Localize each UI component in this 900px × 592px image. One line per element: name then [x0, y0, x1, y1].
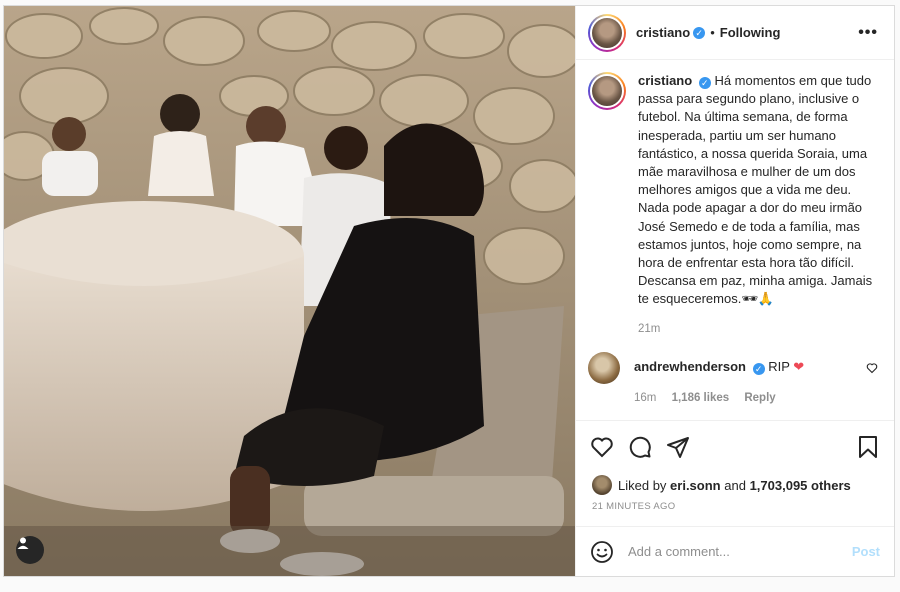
liker-username[interactable]: eri.sonn — [670, 478, 721, 493]
comment-body: andrewhenderson ✓ RIP ❤ — [634, 352, 804, 376]
post-comment-button[interactable]: Post — [852, 544, 880, 559]
comment-composer: Post — [576, 526, 894, 576]
user-icon — [17, 537, 29, 549]
comments-area: cristiano ✓ Há momentos em que tudo pass… — [576, 60, 894, 420]
caption-avatar[interactable] — [588, 72, 626, 110]
comment-text: RIP — [768, 358, 790, 374]
caption-emoji: 🕶🙏 — [741, 291, 775, 307]
reply-button[interactable]: Reply — [744, 392, 775, 404]
red-heart-emoji: ❤ — [793, 358, 805, 374]
caption: cristiano ✓ Há momentos em que tudo pass… — [588, 72, 878, 309]
action-bar — [576, 420, 894, 472]
likes-summary: Liked by eri.sonn and 1,703,095 others — [576, 472, 894, 498]
likes-middle: and — [724, 477, 746, 493]
author-avatar[interactable] — [588, 13, 626, 52]
comment-time[interactable]: 16m — [634, 392, 656, 404]
commenter-username[interactable]: andrewhenderson — [634, 359, 746, 374]
bookmark-icon[interactable] — [856, 435, 880, 459]
caption-text: Há momentos em que tudo passa para segun… — [638, 73, 873, 307]
verified-badge-icon: ✓ — [693, 26, 706, 39]
caption-text-block: cristiano ✓ Há momentos em que tudo pass… — [638, 72, 878, 309]
comment-input[interactable] — [628, 544, 852, 559]
liker-avatar[interactable] — [592, 475, 612, 495]
share-icon[interactable] — [666, 435, 690, 459]
comment-like-heart-icon[interactable] — [866, 362, 878, 374]
smiley-icon[interactable] — [590, 540, 614, 564]
separator-dot: • — [710, 25, 715, 40]
post-sidebar: cristiano ✓ • Following ••• cristiano ✓ … — [575, 6, 894, 576]
post-dialog: cristiano ✓ • Following ••• cristiano ✓ … — [3, 5, 895, 577]
commenter-avatar[interactable] — [588, 351, 620, 384]
ellipsis-icon[interactable]: ••• — [858, 24, 878, 42]
caption-username[interactable]: cristiano — [638, 73, 692, 88]
tagged-users-button[interactable] — [16, 536, 44, 564]
comment-likes[interactable]: 1,186 likes — [672, 392, 730, 404]
verified-badge-icon: ✓ — [698, 77, 711, 89]
verified-badge-icon: ✓ — [752, 362, 765, 375]
likes-count[interactable]: 1,703,095 others — [750, 478, 851, 493]
post-photo[interactable] — [4, 6, 575, 576]
following-button[interactable]: Following — [720, 25, 781, 40]
comment-icon[interactable] — [628, 435, 652, 459]
photo-illustration — [4, 6, 575, 576]
caption-time[interactable]: 21m — [638, 323, 878, 335]
comment-meta: 16m 1,186 likes Reply — [634, 392, 804, 404]
post-timestamp[interactable]: 21 MINUTES AGO — [576, 498, 894, 526]
author-username[interactable]: cristiano — [636, 25, 690, 40]
heart-icon[interactable] — [590, 435, 614, 459]
post-header: cristiano ✓ • Following ••• — [576, 6, 894, 60]
likes-prefix: Liked by — [618, 477, 667, 493]
comment-item: andrewhenderson ✓ RIP ❤ 16m 1,186 likes … — [588, 351, 878, 404]
